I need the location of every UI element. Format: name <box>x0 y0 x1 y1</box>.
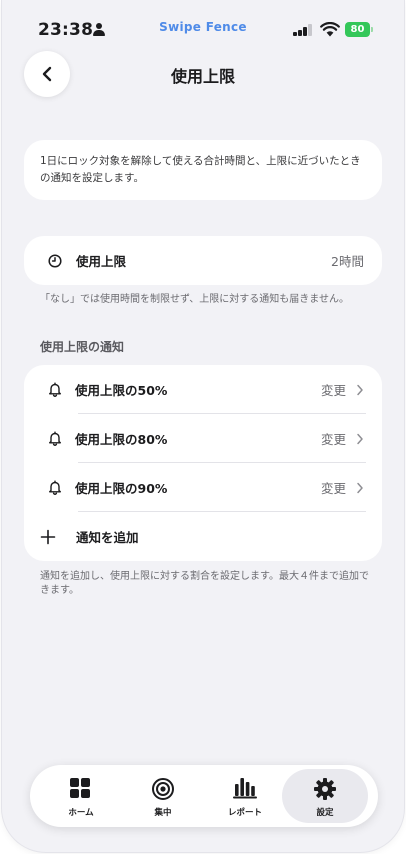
limit-note: 「なし」では使用時間を制限せず、上限に対する通知も届きません。 <box>40 294 349 305</box>
description-card: 1日にロック対象を解除して使える合計時間と、上限に近づいたときの通知を設定します… <box>24 140 382 200</box>
wifi-icon <box>320 22 340 37</box>
tab-settings[interactable]: 設定 <box>282 769 368 823</box>
chevron-right-icon <box>357 482 363 493</box>
usage-limit-row[interactable]: 使用上限 2時間 <box>24 236 382 285</box>
plus-icon <box>40 529 56 544</box>
change-button[interactable]: 変更 <box>321 380 346 399</box>
tab-home-label: ホーム <box>68 808 94 818</box>
notification-row-50[interactable]: 使用上限の50% 変更 <box>24 365 382 414</box>
usage-limit-label: 使用上限 <box>76 254 127 269</box>
add-notification-button[interactable]: 通知を追加 <box>24 512 382 561</box>
tab-bar: ホーム 集中 レポート 設定 <box>30 765 378 827</box>
battery-level: 80 <box>345 22 370 37</box>
usage-limit-value: 2時間 <box>331 254 364 269</box>
tab-focus[interactable]: 集中 <box>120 769 206 823</box>
tab-report[interactable]: レポート <box>202 769 288 823</box>
bell-icon <box>49 382 61 397</box>
notification-label: 使用上限の90% <box>75 481 168 496</box>
notifications-note: 通知を追加し、使用上限に対する割合を設定します。最大４件まで追加できます。 <box>40 571 369 596</box>
app-name: Swipe Fence <box>159 20 247 34</box>
status-bar: 23:38 Swipe Fence 80 <box>2 0 404 60</box>
chevron-right-icon <box>357 433 363 444</box>
bar-chart-icon <box>233 778 257 799</box>
notification-label: 使用上限の50% <box>75 383 168 398</box>
gear-icon <box>314 778 336 800</box>
notifications-card: 使用上限の50% 変更 使用上限の80% 変更 使用上限の90% 変更 通知を追… <box>24 365 382 561</box>
target-icon <box>152 778 174 800</box>
description-text: 1日にロック対象を解除して使える合計時間と、上限に近づいたときの通知を設定します… <box>40 155 361 184</box>
phone-frame: 23:38 Swipe Fence 80 使用上限 1日にロック対象を解除して使… <box>2 0 404 852</box>
chevron-right-icon <box>357 384 363 395</box>
notifications-section-title: 使用上限の通知 <box>40 340 125 354</box>
notification-row-80[interactable]: 使用上限の80% 変更 <box>24 414 382 463</box>
tab-focus-label: 集中 <box>154 808 172 818</box>
grid-icon <box>70 778 90 798</box>
page-title: 使用上限 <box>170 67 235 86</box>
bell-icon <box>49 431 61 446</box>
bell-icon <box>49 480 61 495</box>
notification-row-90[interactable]: 使用上限の90% 変更 <box>24 463 382 512</box>
battery-icon: 80 <box>345 22 374 37</box>
notification-label: 使用上限の80% <box>75 432 168 447</box>
tab-settings-label: 設定 <box>316 808 334 818</box>
signal-icon <box>293 24 313 36</box>
change-button[interactable]: 変更 <box>321 478 346 497</box>
add-notification-label: 通知を追加 <box>76 530 139 545</box>
tab-report-label: レポート <box>227 808 262 818</box>
tab-home[interactable]: ホーム <box>38 769 124 823</box>
clock-icon <box>48 253 62 268</box>
change-button[interactable]: 変更 <box>321 429 346 448</box>
